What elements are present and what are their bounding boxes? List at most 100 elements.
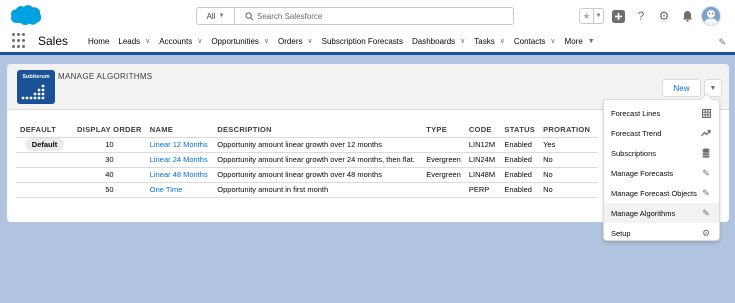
column-header-status: STATUS — [504, 125, 536, 135]
algorithm-name-link[interactable]: One Time — [145, 181, 214, 198]
algorithm-name-link[interactable]: Linear 12 Months — [145, 136, 214, 152]
column-header-default: DEFAULT — [20, 125, 57, 135]
nav-item-opportunities[interactable]: Opportunities ∨ — [211, 37, 269, 46]
cell-order: 10 — [73, 136, 146, 152]
favorites-list-icon[interactable]: ▼ — [593, 9, 603, 23]
chevron-down-icon[interactable]: ∨ — [145, 37, 150, 45]
menu-item-setup[interactable]: Setup ⚙ — [604, 223, 719, 243]
search-scope-select[interactable]: All ▼ — [197, 8, 235, 24]
nav-item-orders[interactable]: Orders ∨ — [278, 37, 313, 46]
chevron-down-icon[interactable]: ∨ — [500, 37, 505, 45]
default-badge: Default — [24, 138, 65, 151]
cell-description: Opportunity amount linear growth over 48… — [213, 166, 423, 182]
cell-proration: Yes — [539, 136, 598, 152]
chevron-down-icon[interactable]: ∨ — [197, 37, 202, 45]
trend-icon — [701, 128, 711, 138]
cell-code: PERP — [464, 181, 501, 198]
nav-item-contacts[interactable]: Contacts ∨ — [514, 37, 556, 46]
menu-item-subscriptions[interactable]: Subscriptions — [604, 143, 719, 163]
global-header: All ▼ ★ ▼ ? ⚙ — [0, 0, 735, 30]
add-icon[interactable] — [609, 7, 627, 25]
cell-status: Enabled — [500, 151, 540, 167]
user-avatar[interactable] — [701, 6, 721, 26]
app-name: Sales — [38, 34, 69, 48]
nav-item-leads[interactable]: Leads ∨ — [118, 37, 150, 46]
nav-bar: Sales Home Leads ∨ Accounts ∨ Opportunitie… — [0, 30, 735, 55]
cell-proration: No — [539, 151, 598, 167]
gear-icon: ⚙ — [701, 227, 711, 238]
cell-order: 50 — [73, 181, 146, 198]
search-input[interactable] — [257, 11, 457, 21]
chevron-down-icon[interactable]: ∨ — [308, 37, 313, 45]
nav-item-more[interactable]: More ▼ — [565, 37, 595, 46]
favorite-star-icon[interactable]: ★ — [580, 9, 593, 23]
menu-item-forecast-trend[interactable]: Forecast Trend — [604, 123, 719, 143]
nav-item-home[interactable]: Home — [88, 37, 109, 46]
cell-status: Enabled — [500, 166, 540, 182]
app-launcher-icon[interactable] — [12, 33, 28, 49]
table-header-row: DEFAULT DISPLAY ORDER NAME DESCRIPTION T… — [16, 123, 598, 137]
algorithm-name-link[interactable]: Linear 48 Months — [145, 166, 214, 182]
database-icon — [701, 148, 711, 158]
table-row: 50 One Time Opportunity amount in first … — [16, 181, 598, 198]
cell-proration: No — [539, 166, 598, 182]
search-scope-label: All — [206, 11, 216, 21]
chevron-down-icon[interactable]: ∨ — [550, 37, 555, 45]
chevron-down-icon[interactable]: ∨ — [460, 37, 465, 45]
cell-status: Enabled — [500, 136, 540, 152]
new-button[interactable]: New — [662, 79, 701, 97]
notifications-bell-icon[interactable] — [678, 7, 696, 25]
column-header-name: NAME — [149, 125, 174, 135]
cell-order: 30 — [73, 151, 146, 167]
menu-item-manage-algorithms[interactable]: Manage Algorithms ✎ — [604, 203, 719, 223]
menu-item-forecast-lines[interactable]: Forecast Lines — [604, 103, 719, 123]
brand-word: Subiterum — [22, 74, 50, 80]
algorithms-table: DEFAULT DISPLAY ORDER NAME DESCRIPTION T… — [16, 123, 598, 198]
dots-logo-icon — [21, 84, 45, 100]
global-search: All ▼ — [196, 7, 514, 25]
actions-dropdown-menu: Forecast Lines Forecast Trend Subscripti… — [603, 99, 720, 241]
cell-code: LIN48M — [464, 166, 501, 182]
cell-order: 40 — [73, 166, 146, 182]
column-header-type: TYPE — [426, 125, 448, 135]
edit-nav-pencil-icon[interactable]: ✎ — [718, 37, 726, 48]
chevron-down-icon[interactable]: ∨ — [264, 37, 269, 45]
setup-gear-icon[interactable]: ⚙ — [655, 7, 673, 25]
caret-down-icon: ▼ — [709, 84, 717, 92]
edit-icon: ✎ — [702, 187, 710, 198]
salesforce-logo[interactable] — [9, 3, 43, 27]
cell-status: Enabled — [500, 181, 540, 198]
cell-type: Evergreen — [422, 166, 465, 182]
algorithm-name-link[interactable]: Linear 24 Months — [145, 151, 214, 167]
cell-proration: No — [539, 181, 598, 198]
header-icons: ★ ▼ ? ⚙ — [579, 6, 721, 26]
column-header-display-order: DISPLAY ORDER — [77, 125, 142, 135]
help-icon[interactable]: ? — [632, 7, 650, 25]
cell-code: LIN12M — [464, 136, 501, 152]
menu-item-manage-forecast-objects[interactable]: Manage Forecast Objects ✎ — [604, 183, 719, 203]
cell-type — [422, 181, 465, 198]
column-header-proration: PRORATION — [543, 125, 591, 135]
cell-type: Evergreen — [422, 151, 465, 167]
cell-description: Opportunity amount linear growth over 12… — [213, 136, 423, 152]
table-row: 30 Linear 24 Months Opportunity amount l… — [16, 151, 598, 167]
caret-down-icon: ▼ — [587, 37, 595, 45]
cell-description: Opportunity amount linear growth over 24… — [213, 151, 423, 167]
nav-item-subscription-forecasts[interactable]: Subscription Forecasts — [322, 37, 403, 46]
nav-item-accounts[interactable]: Accounts ∨ — [159, 37, 202, 46]
table-icon — [701, 108, 711, 118]
edit-icon: ✎ — [702, 167, 710, 178]
search-icon — [241, 11, 257, 21]
table-row: 40 Linear 48 Months Opportunity amount l… — [16, 166, 598, 182]
cell-type — [422, 136, 465, 152]
nav-items: Home Leads ∨ Accounts ∨ Opportunities ∨ Ord… — [88, 37, 604, 46]
column-header-code: CODE — [468, 125, 492, 135]
subiterum-logo: Subiterum — [17, 70, 55, 104]
nav-item-tasks[interactable]: Tasks ∨ — [474, 37, 505, 46]
page-title: MANAGE ALGORITHMS — [58, 72, 153, 81]
table-row: Default 10 Linear 12 Months Opportunity … — [16, 136, 598, 152]
nav-item-dashboards[interactable]: Dashboards ∨ — [412, 37, 465, 46]
menu-item-manage-forecasts[interactable]: Manage Forecasts ✎ — [604, 163, 719, 183]
edit-icon: ✎ — [702, 207, 710, 218]
caret-down-icon: ▼ — [218, 13, 225, 19]
